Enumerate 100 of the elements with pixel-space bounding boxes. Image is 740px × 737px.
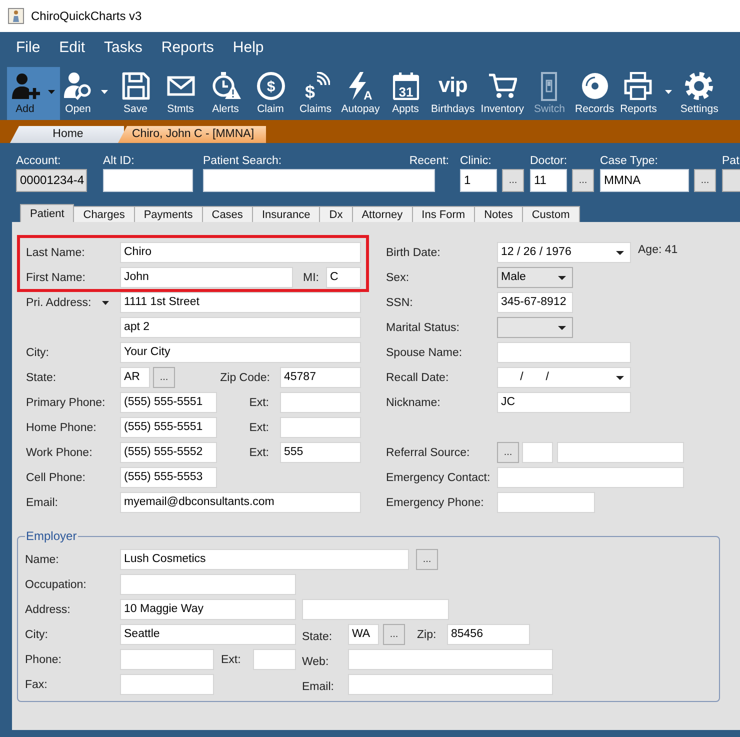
field-label: First Name:: [26, 272, 86, 284]
state-field[interactable]: WA: [348, 624, 379, 645]
toolbar-button[interactable]: Add: [7, 67, 60, 120]
ellipsis-button[interactable]: ...: [497, 442, 519, 463]
tab[interactable]: Ins Form: [412, 206, 476, 222]
doctor-field[interactable]: 11: [530, 169, 567, 192]
middle-initial-field[interactable]: C: [326, 267, 361, 288]
document-tab[interactable]: Home: [10, 126, 124, 143]
sex-dropdown[interactable]: Male: [497, 267, 573, 288]
zip-code-field[interactable]: 45787: [280, 367, 361, 388]
toolbar-button[interactable]: $ Claims: [293, 67, 338, 120]
emergency-contact-field[interactable]: [497, 467, 684, 488]
referral-code-field[interactable]: [522, 442, 553, 463]
email-field[interactable]: myemail@dbconsultants.com: [120, 492, 361, 513]
extension-field[interactable]: [253, 649, 296, 670]
toolbar-button[interactable]: Open: [60, 67, 113, 120]
email-field[interactable]: [348, 674, 553, 695]
menu-item[interactable]: Help: [232, 39, 264, 57]
document-tab[interactable]: Chiro, John C - [MMNA]: [118, 126, 266, 143]
menu-item[interactable]: Tasks: [104, 39, 142, 57]
tab[interactable]: Notes: [474, 206, 523, 222]
tab[interactable]: Payments: [134, 206, 203, 222]
field-label: Occupation:: [25, 578, 88, 590]
case-type-field[interactable]: MMNA: [600, 169, 689, 192]
cart-icon: [488, 73, 517, 99]
address-type-dropdown[interactable]: Pri. Address:: [26, 292, 120, 313]
emergency-phone-field[interactable]: [497, 492, 595, 513]
first-name-field[interactable]: John: [120, 267, 293, 288]
field-label: Doctor:: [530, 154, 568, 169]
referral-source-field[interactable]: [557, 442, 684, 463]
toolbar-button[interactable]: vip Birthdays: [428, 67, 478, 120]
field-label: Cell Phone:: [26, 472, 86, 484]
ellipsis-button[interactable]: ...: [502, 169, 524, 192]
fax-field[interactable]: [120, 674, 214, 695]
ellipsis-button[interactable]: ...: [416, 549, 438, 570]
menu-item[interactable]: Edit: [59, 39, 86, 57]
tab[interactable]: Insurance: [252, 206, 320, 222]
toolbar-button[interactable]: Reports: [617, 67, 677, 120]
tab[interactable]: Custom: [522, 206, 580, 222]
menu-item[interactable]: File: [16, 39, 40, 57]
caret-icon: [616, 250, 624, 254]
toolbar-button[interactable]: Records: [572, 67, 618, 120]
toolbar-button[interactable]: $ Claim: [248, 67, 293, 120]
field-label: Web:: [302, 655, 330, 670]
recall-date-field[interactable]: / /: [497, 367, 631, 388]
field-label: Recall Date:: [386, 372, 450, 384]
extension-field[interactable]: [280, 417, 361, 438]
zip-code-field[interactable]: 85456: [447, 624, 530, 645]
employer-name-field[interactable]: Lush Cosmetics: [120, 549, 409, 570]
phone-field[interactable]: (555) 555-5551: [120, 417, 217, 438]
tab[interactable]: Attorney: [352, 206, 413, 222]
phone-field[interactable]: (555) 555-5553: [120, 467, 217, 488]
patient-search-field[interactable]: [203, 169, 435, 192]
address-field[interactable]: apt 2: [120, 317, 361, 338]
nickname-field[interactable]: JC: [497, 392, 631, 413]
extension-field[interactable]: [280, 392, 361, 413]
field-label: Work Phone:: [26, 446, 94, 458]
tab[interactable]: Charges: [73, 206, 135, 222]
tab[interactable]: Patient: [20, 204, 74, 222]
caret-icon: [664, 90, 672, 94]
toolbar-button[interactable]: Save: [113, 67, 158, 120]
field-label: Birth Date:: [386, 246, 442, 258]
tab[interactable]: Dx: [319, 206, 353, 222]
extension-field[interactable]: 555: [280, 442, 361, 463]
toolbar-button[interactable]: Inventory: [478, 67, 527, 120]
toolbar-button[interactable]: 31 Appts: [383, 67, 428, 120]
clinic-field[interactable]: 1: [460, 169, 497, 192]
city-field[interactable]: Seattle: [120, 624, 296, 645]
ssn-field[interactable]: 345-67-8912: [497, 292, 573, 313]
alt-id-field[interactable]: [103, 169, 193, 192]
ellipsis-button[interactable]: ...: [572, 169, 594, 192]
field-label: Email:: [302, 680, 335, 695]
address-field[interactable]: 1111 1st Street: [120, 292, 361, 313]
field-label: Home Phone:: [26, 422, 98, 434]
toolbar-button[interactable]: A Autopay: [338, 67, 383, 120]
toolbar-button[interactable]: Stmts: [158, 67, 203, 120]
tab[interactable]: Cases: [202, 206, 253, 222]
city-field[interactable]: Your City: [120, 342, 361, 363]
toolbar-button[interactable]: Alerts: [203, 67, 248, 120]
phone-field[interactable]: (555) 555-5552: [120, 442, 217, 463]
phone-field[interactable]: (555) 555-5551: [120, 392, 217, 413]
occupation-field[interactable]: [120, 574, 296, 595]
caret-icon: [102, 300, 109, 304]
ellipsis-button[interactable]: ...: [153, 367, 175, 388]
toolbar-button[interactable]: Settings: [676, 67, 722, 120]
ellipsis-button[interactable]: ...: [694, 169, 716, 192]
birth-date-field[interactable]: 12 / 26 / 1976: [497, 242, 631, 263]
address-field[interactable]: [302, 599, 449, 620]
phone-field[interactable]: [120, 649, 214, 670]
account-field[interactable]: 00001234-4: [16, 169, 87, 192]
state-field[interactable]: AR: [120, 367, 150, 388]
spouse-name-field[interactable]: [497, 342, 631, 363]
address-field[interactable]: 10 Maggie Way: [120, 599, 296, 620]
ellipsis-button[interactable]: ...: [383, 624, 405, 645]
field-label: Emergency Contact:: [386, 472, 492, 484]
marital-status-dropdown[interactable]: [497, 317, 573, 338]
menu-item[interactable]: Reports: [161, 39, 214, 57]
web-field[interactable]: [348, 649, 553, 670]
field-label: Zip:: [417, 628, 438, 640]
last-name-field[interactable]: Chiro: [120, 242, 361, 263]
